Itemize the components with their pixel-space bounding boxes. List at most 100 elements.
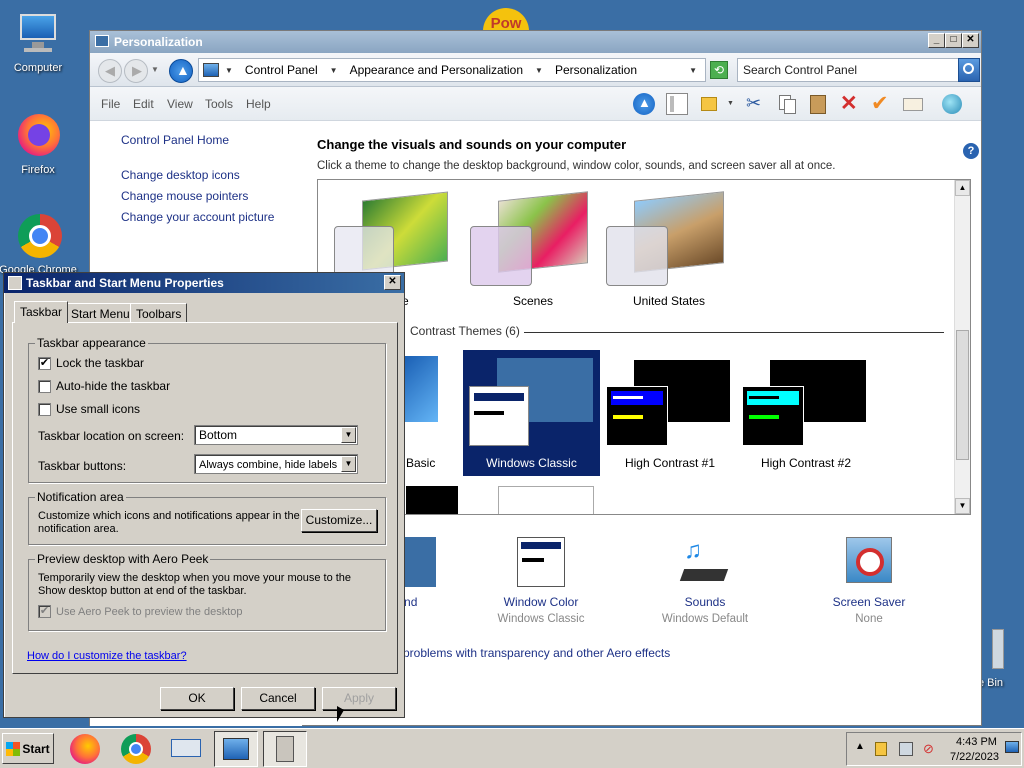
- search-button[interactable]: [958, 58, 980, 82]
- tab-start-menu[interactable]: Start Menu: [65, 303, 136, 323]
- toolbar-copy-button[interactable]: [776, 93, 798, 115]
- group-legend: Taskbar appearance: [35, 336, 148, 350]
- menu-file[interactable]: File: [101, 97, 120, 111]
- menu-help[interactable]: Help: [246, 97, 271, 111]
- desktop-icon-firefox[interactable]: Firefox: [0, 112, 78, 176]
- dialog-title-bar[interactable]: Taskbar and Start Menu Properties ✕: [4, 273, 404, 293]
- taskbar-firefox[interactable]: [64, 731, 108, 767]
- scroll-thumb[interactable]: [956, 330, 969, 460]
- volume-muted-icon[interactable]: ⊘: [923, 741, 934, 757]
- screen-saver-item[interactable]: Screen Saver None: [814, 537, 924, 625]
- toolbar-folder-button[interactable]: [699, 93, 721, 115]
- toolbar-panel-button[interactable]: [666, 93, 688, 115]
- history-dropdown-icon[interactable]: ▼: [151, 65, 159, 74]
- theme-high-contrast-2[interactable]: High Contrast #2: [742, 350, 870, 476]
- chevron-down-icon[interactable]: ▼: [341, 456, 356, 472]
- action-center-flag-icon[interactable]: [875, 742, 887, 756]
- ok-button[interactable]: OK: [160, 687, 234, 710]
- auto-hide-checkbox[interactable]: Auto-hide the taskbar: [38, 379, 170, 393]
- keyboard-icon: [171, 739, 201, 757]
- breadcrumb-personalization[interactable]: Personalization: [555, 63, 637, 77]
- breadcrumb-appearance[interactable]: Appearance and Personalization: [350, 63, 523, 77]
- theme-windows-classic[interactable]: Windows Classic: [463, 350, 600, 476]
- firefox-icon: [14, 112, 62, 160]
- apply-button[interactable]: Apply: [322, 687, 396, 710]
- theme-high-contrast-1[interactable]: High Contrast #1: [606, 350, 734, 476]
- envelope-icon: [903, 98, 923, 111]
- link-change-mouse-pointers[interactable]: Change mouse pointers: [121, 189, 248, 203]
- tab-toolbars[interactable]: Toolbars: [130, 303, 188, 323]
- tray-expand-icon[interactable]: ▲: [855, 741, 865, 752]
- minimize-button[interactable]: _: [928, 33, 945, 48]
- menu-edit[interactable]: Edit: [133, 97, 154, 111]
- chevron-down-icon[interactable]: ▼: [341, 427, 356, 443]
- checkbox-box[interactable]: ✔: [38, 356, 51, 370]
- network-icon[interactable]: [899, 742, 913, 756]
- theme-united-states[interactable]: United States: [604, 190, 734, 310]
- address-bar: ◀ ▶ ▼ ▲ ▼ Control Panel ▼ Appearance and…: [90, 53, 981, 87]
- link-control-panel-home[interactable]: Control Panel Home: [121, 133, 229, 147]
- toolbar-globe-button[interactable]: [941, 93, 963, 115]
- clipboard-icon: [810, 95, 826, 114]
- address-dropdown-icon[interactable]: ▼: [689, 66, 697, 75]
- help-link[interactable]: How do I customize the taskbar?: [27, 650, 187, 662]
- theme-windows-7-basic[interactable]: 7 Basic: [396, 350, 454, 476]
- checkmark-icon: ✔: [871, 92, 889, 115]
- taskbar-buttons-select[interactable]: Always combine, hide labels ▼: [194, 454, 358, 474]
- clock-time[interactable]: 4:43 PM: [956, 736, 997, 748]
- control-panel-icon: [223, 738, 249, 760]
- taskbar-chrome[interactable]: [115, 731, 159, 767]
- taskbar-keyboard[interactable]: [165, 731, 209, 767]
- scroll-down-button[interactable]: ▼: [955, 498, 970, 514]
- maximize-button[interactable]: □: [945, 33, 962, 48]
- start-label: Start: [22, 741, 50, 756]
- folder-dropdown-icon[interactable]: ▼: [727, 100, 734, 107]
- toolbar-cut-button[interactable]: ✂: [744, 93, 766, 115]
- checkbox-box[interactable]: [38, 379, 51, 393]
- small-icons-checkbox[interactable]: Use small icons: [38, 402, 140, 416]
- up-button[interactable]: ▲: [169, 59, 193, 83]
- cancel-button[interactable]: Cancel: [241, 687, 315, 710]
- toolbar-up-button[interactable]: ▲: [633, 93, 655, 115]
- theme-scenes[interactable]: Scenes: [468, 190, 598, 310]
- start-button[interactable]: Start: [2, 733, 54, 764]
- sounds-icon: ♫: [679, 537, 730, 587]
- aero-peek-checkbox[interactable]: ✔ Use Aero Peek to preview the desktop: [38, 605, 243, 618]
- forward-button[interactable]: ▶: [124, 59, 148, 83]
- tab-taskbar[interactable]: Taskbar: [14, 301, 69, 323]
- sounds-item[interactable]: ♫ Sounds Windows Default: [650, 537, 760, 625]
- link-change-desktop-icons[interactable]: Change desktop icons: [121, 168, 240, 182]
- taskbar-control-panel[interactable]: [214, 731, 258, 767]
- location-select[interactable]: Bottom ▼: [194, 425, 358, 445]
- toolbar-properties-button[interactable]: ✔: [869, 92, 891, 115]
- toolbar-email-button[interactable]: [902, 93, 924, 115]
- show-desktop-icon[interactable]: [1005, 741, 1019, 753]
- gallery-scrollbar[interactable]: ▲ ▼: [954, 180, 970, 514]
- menu-tools[interactable]: Tools: [205, 97, 233, 111]
- window-color-item[interactable]: Window Color Windows Classic: [486, 537, 596, 625]
- close-button[interactable]: ✕: [962, 33, 979, 48]
- window-title-bar[interactable]: Personalization _ □ ✕: [90, 31, 981, 53]
- refresh-button[interactable]: ⟲: [710, 61, 728, 79]
- search-input[interactable]: Search Control Panel: [737, 58, 959, 82]
- back-button[interactable]: ◀: [98, 59, 122, 83]
- breadcrumb[interactable]: ▼ Control Panel ▼ Appearance and Persona…: [198, 58, 706, 82]
- theme-thumbnail-partial: [406, 486, 458, 514]
- theme-glass-icon: [470, 226, 532, 286]
- menu-view[interactable]: View: [167, 97, 193, 111]
- desktop-icon-computer[interactable]: Computer: [0, 10, 78, 74]
- taskbar-properties[interactable]: [263, 731, 307, 767]
- desktop-icon-chrome[interactable]: Google Chrome: [0, 212, 78, 276]
- checkbox-box[interactable]: ✔: [38, 605, 51, 618]
- scroll-up-button[interactable]: ▲: [955, 180, 970, 196]
- customize-button[interactable]: Customize...: [301, 509, 377, 532]
- breadcrumb-control-panel[interactable]: Control Panel: [245, 63, 318, 77]
- clock-date[interactable]: 7/22/2023: [950, 751, 999, 763]
- toolbar-delete-button[interactable]: ✕: [838, 92, 860, 115]
- troubleshoot-link[interactable]: problems with transparency and other Aer…: [403, 646, 670, 660]
- toolbar-paste-button[interactable]: [807, 93, 829, 115]
- link-change-account-picture[interactable]: Change your account picture: [121, 210, 274, 224]
- dialog-close-button[interactable]: ✕: [384, 275, 401, 290]
- checkbox-box[interactable]: [38, 402, 51, 416]
- lock-taskbar-checkbox[interactable]: ✔ Lock the taskbar: [38, 356, 144, 370]
